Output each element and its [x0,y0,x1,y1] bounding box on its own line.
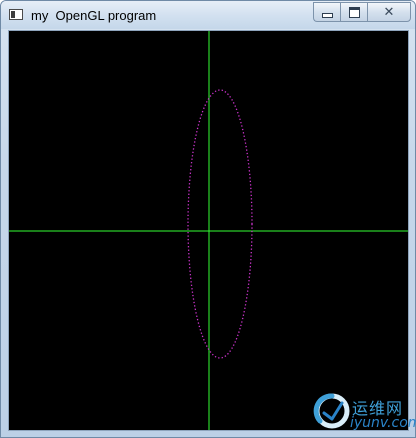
watermark-en-text: iyunv.com [350,415,416,431]
close-icon: ✕ [383,4,395,20]
watermark-logo-icon [313,393,350,429]
maximize-button[interactable] [340,2,367,22]
close-button[interactable]: ✕ [367,2,411,22]
opengl-canvas[interactable] [8,30,409,431]
watermark: 运维网 iyunv.com [312,389,416,435]
app-icon[interactable] [9,9,23,20]
opengl-drawing [9,31,408,430]
minimize-icon [321,13,333,18]
minimize-button[interactable] [313,2,340,22]
app-window: my OpenGL program ✕ [0,0,416,438]
window-title: my OpenGL program [31,8,157,23]
title-bar[interactable]: my OpenGL program ✕ [1,1,415,29]
caption-buttons: ✕ [313,2,411,22]
maximize-icon [348,6,360,18]
dotted-ellipse [187,89,253,359]
